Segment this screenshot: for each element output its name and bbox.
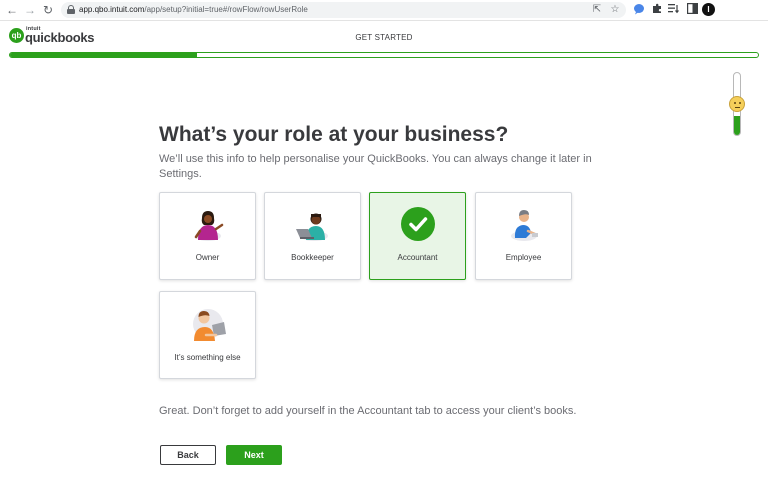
role-card-label: Accountant <box>397 253 438 262</box>
back-arrow-icon[interactable]: ← <box>5 3 19 17</box>
bookmark-star-icon[interactable]: ☆ <box>609 4 621 16</box>
reload-icon[interactable]: ↻ <box>41 3 55 17</box>
lock-icon <box>67 5 75 14</box>
role-card-label: Owner <box>195 253 220 262</box>
mood-slider-fill <box>734 116 740 135</box>
profile-avatar[interactable]: I <box>702 3 715 16</box>
back-button[interactable]: Back <box>160 445 216 465</box>
chat-extension-icon[interactable] <box>632 3 646 17</box>
employee-illustration-icon <box>510 210 538 241</box>
role-card-label: Employee <box>505 253 542 262</box>
page-subtitle: We’ll use this info to help personalise … <box>159 153 592 180</box>
role-card-label: It’s something else <box>174 353 241 362</box>
forward-arrow-icon[interactable]: → <box>23 3 37 17</box>
role-card-owner[interactable]: Owner <box>159 192 256 280</box>
page-title: What’s your role at your business? <box>159 123 509 146</box>
step-title: GET STARTED <box>355 33 413 42</box>
url-path: /app/setup?initial=true#/rowFlow/rowUser… <box>144 5 308 14</box>
url-text: app.qbo.intuit.com/app/setup?initial=tru… <box>79 4 308 16</box>
share-icon[interactable]: ⇱ <box>591 4 603 16</box>
reading-list-icon[interactable] <box>667 3 681 17</box>
side-panel-icon[interactable] <box>685 3 699 17</box>
address-bar[interactable]: app.qbo.intuit.com/app/setup?initial=tru… <box>61 2 626 18</box>
role-card-label: Bookkeeper <box>291 253 334 262</box>
role-card-accountant[interactable]: Accountant <box>369 192 466 280</box>
role-card-bookkeeper[interactable]: Bookkeeper <box>264 192 361 280</box>
neutral-face-icon[interactable] <box>729 96 745 112</box>
url-host: app.qbo.intuit.com <box>79 5 145 14</box>
checkmark-icon <box>401 207 435 241</box>
extensions-puzzle-icon[interactable] <box>650 3 664 17</box>
owner-illustration-icon <box>194 211 223 241</box>
next-button[interactable]: Next <box>226 445 282 465</box>
progress-fill <box>10 53 197 57</box>
something-else-illustration-icon <box>192 309 226 341</box>
role-card-something-else[interactable]: It’s something else <box>159 291 256 379</box>
role-card-employee[interactable]: Employee <box>475 192 572 280</box>
setup-progress-bar <box>9 52 759 58</box>
bookkeeper-illustration-icon <box>295 213 328 241</box>
accountant-note: Great. Don’t forget to add yourself in t… <box>159 405 577 417</box>
browser-toolbar: ← → ↻ app.qbo.intuit.com/app/setup?initi… <box>0 0 768 21</box>
